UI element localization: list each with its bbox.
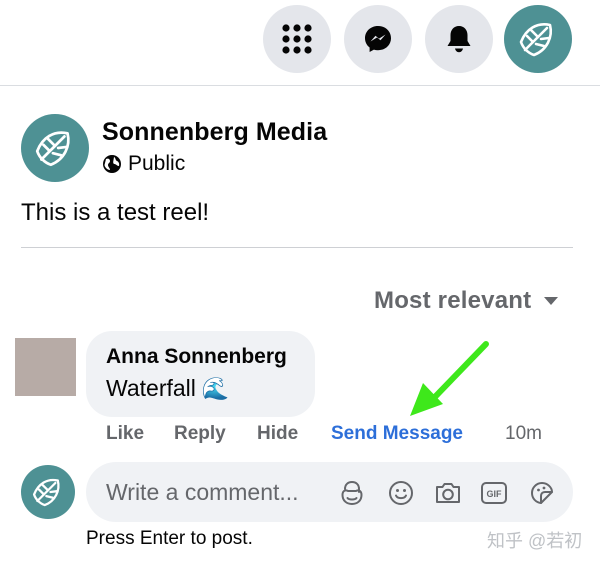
messenger-icon: [365, 26, 391, 52]
post-author-name[interactable]: Sonnenberg Media: [102, 118, 327, 147]
comment-bubble: [86, 331, 315, 417]
messenger-button[interactable]: [344, 5, 412, 73]
post-divider: [21, 247, 573, 248]
menu-button[interactable]: [263, 5, 331, 73]
top-navigation-bar: [0, 0, 600, 86]
gif-button[interactable]: GIF: [480, 479, 508, 507]
sticker-icon: [531, 482, 553, 504]
wave-emoji: 🌊: [201, 375, 230, 401]
bell-icon: [447, 26, 471, 53]
emoji-button[interactable]: [387, 479, 415, 507]
camera-icon: [436, 483, 460, 503]
post-privacy[interactable]: Public: [102, 152, 185, 176]
avatar-sticker-icon: [341, 481, 363, 505]
profile-button[interactable]: [504, 5, 572, 73]
comment-composer: GIF: [86, 462, 573, 522]
caret-down-icon: [544, 297, 559, 305]
page-logo-icon: [35, 131, 70, 167]
hide-link[interactable]: Hide: [257, 423, 298, 445]
comment-text-label: Waterfall: [106, 375, 196, 401]
like-link[interactable]: Like: [106, 423, 144, 445]
menu-grid-icon: [282, 24, 312, 54]
comment-text: Waterfall 🌊: [106, 375, 229, 402]
comment-actions: Like Reply Hide Send Message 10m: [0, 423, 600, 447]
globe-icon: [103, 155, 121, 173]
photo-button[interactable]: [434, 479, 462, 507]
gif-icon: GIF: [481, 482, 507, 504]
send-message-link[interactable]: Send Message: [331, 423, 463, 445]
privacy-label: Public: [128, 152, 186, 175]
composer-hint: Press Enter to post.: [86, 528, 253, 549]
comment-author[interactable]: Anna Sonnenberg: [106, 345, 287, 369]
comment-timestamp[interactable]: 10m: [505, 423, 542, 445]
composer-avatar[interactable]: [21, 465, 75, 519]
commenter-avatar[interactable]: [15, 338, 76, 396]
source-watermark: 知乎 @若初: [487, 531, 583, 551]
comment-sort-dropdown[interactable]: Most relevant: [374, 287, 559, 315]
svg-text:GIF: GIF: [487, 489, 503, 499]
notifications-button[interactable]: [425, 5, 493, 73]
page-logo-icon: [32, 478, 60, 507]
emoji-icon: [389, 481, 413, 505]
reply-link[interactable]: Reply: [174, 423, 226, 445]
post-text: This is a test reel!: [21, 199, 210, 226]
profile-logo-icon: [519, 23, 553, 57]
comment-input[interactable]: [106, 474, 326, 510]
avatar-sticker-button[interactable]: [338, 479, 366, 507]
page-avatar[interactable]: [21, 114, 89, 182]
sticker-button[interactable]: [528, 479, 556, 507]
sort-label: Most relevant: [374, 287, 532, 314]
